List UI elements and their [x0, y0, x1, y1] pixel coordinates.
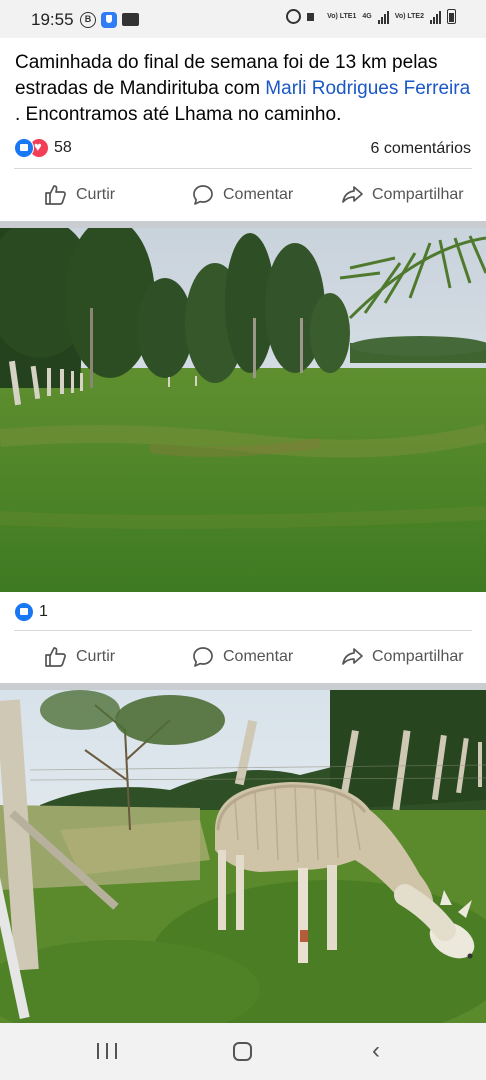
thumbs-up-icon — [44, 645, 68, 669]
thumbs-up-icon — [44, 183, 68, 207]
like-reaction-icon — [14, 602, 34, 622]
section-separator — [0, 683, 486, 690]
photo-actions: Curtir Comentar Compartilhar — [0, 637, 486, 677]
comment-button[interactable]: Comentar — [191, 637, 293, 677]
back-icon[interactable]: ‹ — [372, 1039, 380, 1063]
battery-icon — [447, 9, 456, 24]
lte1-label: Vo) LTE1 — [327, 12, 357, 20]
network-type-label: 4G — [362, 12, 372, 20]
mention-link[interactable]: Marli Rodrigues Ferreira — [265, 78, 470, 99]
photo-llama[interactable] — [0, 690, 486, 1023]
like-button[interactable]: Curtir — [44, 637, 115, 677]
like-button[interactable]: Curtir — [44, 175, 115, 215]
speech-bubble-icon — [191, 645, 215, 669]
photo-reactions-summary[interactable]: 1 — [14, 602, 48, 622]
divider — [14, 168, 472, 169]
speech-bubble-icon — [191, 183, 215, 207]
reactions-summary[interactable]: 58 — [14, 138, 72, 158]
status-indicators: Vo) LTE1 4G Vo) LTE2 — [286, 9, 456, 24]
message-icon — [122, 13, 139, 26]
home-icon[interactable] — [233, 1042, 252, 1061]
b-badge-icon: B — [80, 12, 96, 28]
like-reaction-icon — [14, 138, 34, 158]
share-arrow-icon — [340, 183, 364, 207]
comment-button[interactable]: Comentar — [191, 175, 293, 215]
alarm-icon — [286, 9, 302, 24]
comment-label: Comentar — [223, 648, 294, 665]
mute-icon — [307, 10, 321, 24]
comment-label: Comentar — [223, 186, 294, 203]
post-actions: Curtir Comentar Compartilhar — [0, 175, 486, 215]
lte2-label: Vo) LTE2 — [394, 12, 424, 20]
share-label: Compartilhar — [372, 648, 464, 665]
comments-count-link[interactable]: 6 comentários — [371, 140, 472, 158]
reaction-count: 58 — [54, 139, 72, 156]
signal2-icon — [430, 10, 441, 24]
recent-apps-icon[interactable] — [97, 1043, 117, 1059]
shield-icon — [101, 12, 117, 28]
share-label: Compartilhar — [372, 186, 464, 203]
share-button[interactable]: Compartilhar — [340, 637, 464, 677]
photo-reaction-count: 1 — [39, 603, 48, 620]
share-button[interactable]: Compartilhar — [340, 175, 464, 215]
caption-text-after: . Encontramos até Lhama no caminho. — [15, 104, 342, 125]
system-nav-bar: ‹ — [0, 1023, 486, 1080]
photo-field[interactable] — [0, 228, 486, 592]
share-arrow-icon — [340, 645, 364, 669]
status-bar: 19:55 B Vo) LTE1 4G Vo) LTE2 — [0, 0, 486, 38]
status-time: 19:55 — [31, 10, 74, 29]
post-caption: Caminhada do final de semana foi de 13 k… — [15, 50, 475, 128]
like-label: Curtir — [76, 648, 116, 665]
signal-icon — [377, 10, 389, 24]
like-label: Curtir — [76, 186, 116, 203]
divider — [14, 630, 472, 631]
section-separator — [0, 221, 486, 228]
